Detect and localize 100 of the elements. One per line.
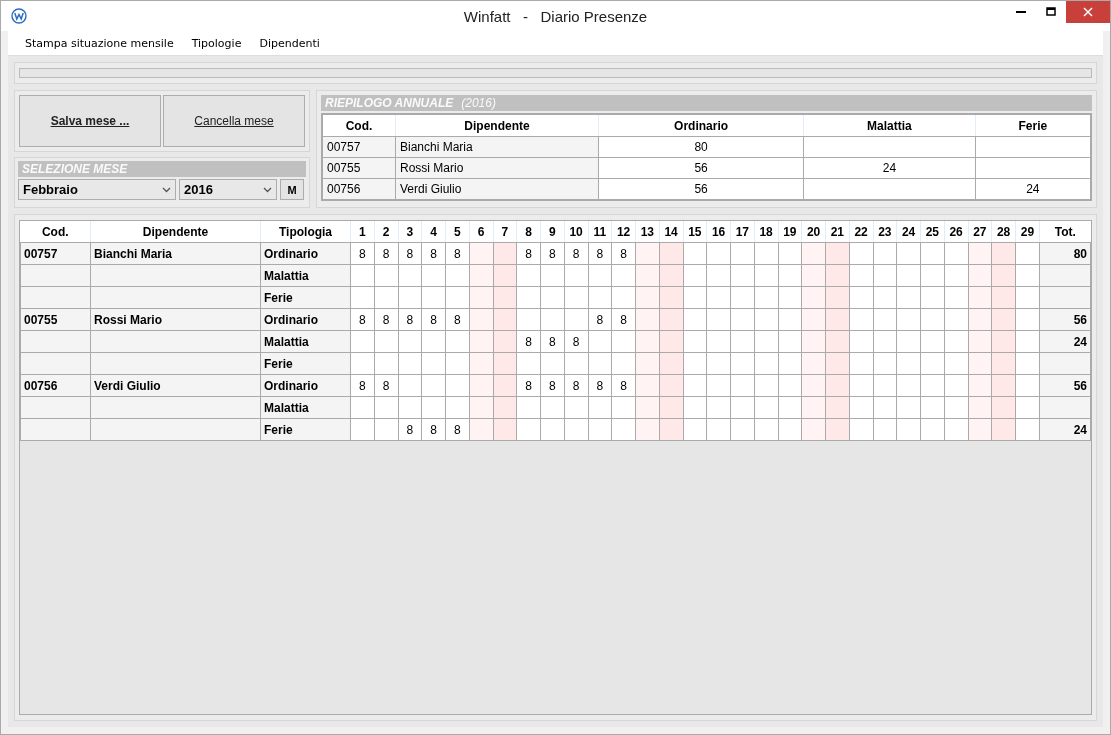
hours-cell[interactable] xyxy=(445,330,470,353)
hours-cell[interactable] xyxy=(374,418,398,441)
hours-cell[interactable] xyxy=(849,330,873,353)
hours-cell[interactable]: 8 xyxy=(540,242,565,265)
hours-cell[interactable] xyxy=(778,374,802,397)
hours-cell[interactable] xyxy=(778,330,802,353)
hours-cell[interactable] xyxy=(516,308,541,331)
hours-cell[interactable]: 8 xyxy=(445,418,470,441)
hours-cell[interactable] xyxy=(398,330,422,353)
hours-cell[interactable] xyxy=(421,286,446,309)
hours-cell[interactable]: 8 xyxy=(350,374,375,397)
year-dropdown[interactable]: 2016 xyxy=(179,179,277,200)
hours-cell[interactable] xyxy=(730,352,755,375)
hours-cell[interactable] xyxy=(611,264,636,287)
hours-cell[interactable] xyxy=(540,286,565,309)
hours-cell[interactable] xyxy=(350,396,375,419)
hours-cell[interactable] xyxy=(374,330,398,353)
hours-cell[interactable]: 8 xyxy=(588,374,612,397)
hours-cell[interactable] xyxy=(611,396,636,419)
hours-cell[interactable] xyxy=(920,418,945,441)
hours-cell[interactable] xyxy=(1015,352,1040,375)
hours-cell[interactable] xyxy=(944,374,968,397)
hours-cell[interactable] xyxy=(730,264,755,287)
hours-cell[interactable] xyxy=(445,264,470,287)
hours-cell[interactable] xyxy=(778,308,802,331)
hours-cell[interactable] xyxy=(944,330,968,353)
hours-cell[interactable]: 8 xyxy=(374,242,398,265)
hours-cell[interactable] xyxy=(540,396,565,419)
hours-cell[interactable] xyxy=(873,264,897,287)
hours-cell[interactable] xyxy=(564,308,588,331)
hours-cell[interactable] xyxy=(445,286,470,309)
hours-cell[interactable] xyxy=(1015,374,1040,397)
hours-cell[interactable]: 8 xyxy=(516,374,541,397)
hours-cell[interactable] xyxy=(754,264,778,287)
hours-cell[interactable] xyxy=(873,396,897,419)
hours-cell[interactable]: 8 xyxy=(350,308,375,331)
hours-cell[interactable] xyxy=(778,418,802,441)
hours-cell[interactable] xyxy=(421,264,446,287)
hours-cell[interactable] xyxy=(920,330,945,353)
hours-cell[interactable] xyxy=(516,286,541,309)
action-button[interactable]: Salva mese ... xyxy=(19,95,161,147)
hours-cell[interactable]: 8 xyxy=(445,308,470,331)
hours-cell[interactable] xyxy=(1015,418,1040,441)
hours-cell[interactable] xyxy=(445,374,470,397)
hours-cell[interactable]: 8 xyxy=(374,308,398,331)
hours-cell[interactable]: 8 xyxy=(540,330,565,353)
hours-cell[interactable] xyxy=(849,418,873,441)
hours-cell[interactable] xyxy=(896,418,921,441)
hours-cell[interactable] xyxy=(706,418,731,441)
hours-cell[interactable] xyxy=(540,264,565,287)
hours-cell[interactable]: 8 xyxy=(516,242,541,265)
hours-cell[interactable]: 8 xyxy=(398,242,422,265)
m-button[interactable]: M xyxy=(280,179,304,200)
hours-cell[interactable] xyxy=(873,286,897,309)
hours-cell[interactable] xyxy=(706,286,731,309)
hours-cell[interactable]: 8 xyxy=(421,418,446,441)
hours-cell[interactable] xyxy=(730,374,755,397)
hours-cell[interactable] xyxy=(873,308,897,331)
hours-cell[interactable]: 8 xyxy=(398,308,422,331)
hours-cell[interactable] xyxy=(588,396,612,419)
hours-cell[interactable]: 8 xyxy=(611,374,636,397)
hours-cell[interactable] xyxy=(730,308,755,331)
hours-cell[interactable] xyxy=(706,352,731,375)
hours-cell[interactable] xyxy=(611,352,636,375)
hours-cell[interactable] xyxy=(873,374,897,397)
hours-cell[interactable] xyxy=(374,264,398,287)
hours-cell[interactable] xyxy=(683,374,707,397)
hours-cell[interactable] xyxy=(778,352,802,375)
hours-cell[interactable] xyxy=(849,308,873,331)
hours-cell[interactable] xyxy=(516,264,541,287)
hours-cell[interactable]: 8 xyxy=(611,242,636,265)
hours-cell[interactable] xyxy=(896,286,921,309)
hours-cell[interactable] xyxy=(920,308,945,331)
hours-cell[interactable] xyxy=(445,396,470,419)
hours-cell[interactable] xyxy=(1015,242,1040,265)
hours-cell[interactable] xyxy=(1015,308,1040,331)
hours-cell[interactable] xyxy=(564,286,588,309)
hours-cell[interactable] xyxy=(944,308,968,331)
hours-cell[interactable] xyxy=(398,396,422,419)
hours-cell[interactable] xyxy=(350,330,375,353)
hours-cell[interactable] xyxy=(1015,330,1040,353)
hours-cell[interactable] xyxy=(374,396,398,419)
hours-cell[interactable] xyxy=(350,352,375,375)
hours-cell[interactable] xyxy=(683,352,707,375)
hours-cell[interactable]: 8 xyxy=(421,308,446,331)
hours-cell[interactable] xyxy=(754,286,778,309)
hours-cell[interactable] xyxy=(350,264,375,287)
hours-cell[interactable]: 8 xyxy=(564,330,588,353)
hours-cell[interactable] xyxy=(754,374,778,397)
hours-cell[interactable] xyxy=(445,352,470,375)
hours-cell[interactable] xyxy=(683,418,707,441)
hours-cell[interactable] xyxy=(849,264,873,287)
hours-cell[interactable]: 8 xyxy=(350,242,375,265)
hours-cell[interactable] xyxy=(398,286,422,309)
hours-cell[interactable] xyxy=(896,352,921,375)
hours-cell[interactable] xyxy=(540,352,565,375)
hours-cell[interactable] xyxy=(920,264,945,287)
hours-cell[interactable] xyxy=(920,374,945,397)
hours-cell[interactable] xyxy=(849,396,873,419)
hours-cell[interactable] xyxy=(588,330,612,353)
